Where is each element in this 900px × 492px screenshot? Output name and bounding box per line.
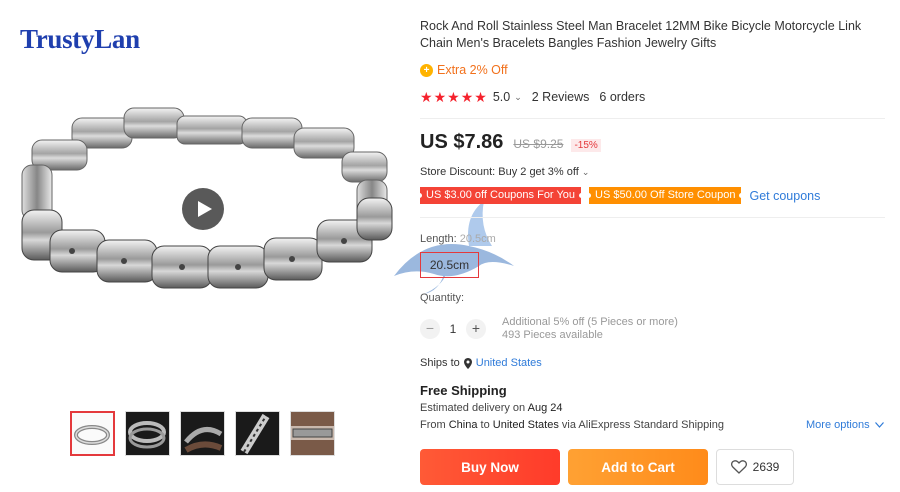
- thumbnail-4[interactable]: [235, 411, 280, 456]
- coin-icon: +: [420, 63, 433, 77]
- wishlist-count: 2639: [752, 460, 780, 474]
- thumbnail-2[interactable]: [125, 411, 170, 456]
- estimated-delivery: Estimated delivery on Aug 24: [420, 402, 563, 414]
- free-shipping: Free Shipping: [420, 383, 507, 398]
- rating-row: ★ ★ ★ ★ ★ 5.0 ⌄ 2 Reviews 6 orders: [420, 90, 645, 104]
- coupon-row: US $3.00 off Coupons For You US $50.00 O…: [416, 187, 820, 204]
- shipping-route: From China to United States via AliExpre…: [420, 419, 724, 431]
- store-discount-label: Store Discount: Buy 2 get 3% off: [420, 166, 579, 178]
- rating-stars: ★ ★ ★ ★ ★: [420, 90, 487, 104]
- brand-logo: TrustyLan: [20, 24, 140, 54]
- length-option-20-5cm[interactable]: 20.5cm: [420, 252, 479, 278]
- store-discount[interactable]: Store Discount: Buy 2 get 3% off ⌄: [420, 166, 589, 178]
- thumbnail-5[interactable]: [290, 411, 335, 456]
- star-icon: ★: [433, 89, 447, 105]
- location-pin-icon: [463, 357, 472, 369]
- more-options-link[interactable]: More options: [806, 419, 884, 431]
- add-to-cart-button[interactable]: Add to Cart: [568, 449, 708, 485]
- wishlist-button[interactable]: 2639: [716, 449, 794, 485]
- stock-available: 493 Pieces available: [502, 329, 603, 341]
- thumbnail-3[interactable]: [180, 411, 225, 456]
- route-to: United States: [492, 419, 559, 431]
- current-price: US $7.86: [420, 131, 504, 153]
- length-label: Length: 20.5cm: [420, 233, 496, 245]
- heart-icon: [730, 460, 747, 474]
- extra-off-label: Extra 2% Off: [437, 63, 508, 77]
- product-gallery: TrustyLan: [0, 0, 400, 492]
- decrease-quantity-button[interactable]: −: [420, 319, 440, 339]
- ships-to-label: Ships to: [420, 357, 460, 369]
- reviews-link[interactable]: 2 Reviews: [532, 90, 590, 104]
- original-price: US $9.25: [513, 137, 564, 151]
- star-icon: ★: [474, 89, 487, 105]
- delivery-prefix: Estimated delivery on: [420, 402, 526, 414]
- buy-now-button[interactable]: Buy Now: [420, 449, 560, 485]
- quantity-note: Additional 5% off (5 Pieces or more) 493…: [502, 316, 678, 342]
- chevron-down-icon: [874, 422, 884, 428]
- discount-badge: -15%: [571, 139, 601, 152]
- divider: [420, 118, 885, 119]
- store-coupon[interactable]: US $50.00 Off Store Coupon: [586, 187, 745, 204]
- ships-to: Ships to United States: [420, 357, 542, 369]
- bulk-discount-note: Additional 5% off (5 Pieces or more): [502, 316, 678, 328]
- quantity-stepper: − 1 + Additional 5% off (5 Pieces or mor…: [420, 316, 678, 342]
- star-icon: ★: [420, 89, 433, 105]
- get-coupons-link[interactable]: Get coupons: [749, 189, 820, 203]
- play-icon: [198, 201, 212, 217]
- length-label-text: Length:: [420, 233, 457, 245]
- star-icon: ★: [447, 89, 460, 105]
- play-video-button[interactable]: [182, 188, 224, 230]
- orders-count: 6 orders: [599, 90, 646, 104]
- star-icon: ★: [460, 89, 474, 105]
- delivery-date: Aug 24: [527, 402, 563, 414]
- route-from-label: From: [420, 419, 446, 431]
- ships-to-country[interactable]: United States: [476, 357, 542, 369]
- product-title: Rock And Roll Stainless Steel Man Bracel…: [420, 19, 862, 50]
- route-to-label: to: [480, 419, 490, 431]
- chevron-down-icon: ⌄: [581, 167, 590, 177]
- product-info: Rock And Roll Stainless Steel Man Bracel…: [416, 0, 890, 492]
- more-options-label: More options: [806, 419, 870, 431]
- rating-value[interactable]: 5.0: [493, 90, 510, 104]
- quantity-value[interactable]: 1: [440, 322, 466, 336]
- length-selected-value: 20.5cm: [459, 233, 496, 245]
- thumbnail-strip: [70, 411, 335, 456]
- quantity-label: Quantity:: [420, 292, 465, 304]
- action-buttons: Buy Now Add to Cart 2639: [420, 449, 794, 485]
- divider: [420, 217, 885, 218]
- extra-off-promo: + Extra 2% Off: [420, 63, 508, 77]
- coupon-for-you[interactable]: US $3.00 off Coupons For You: [416, 187, 585, 204]
- chevron-down-icon[interactable]: ⌄: [514, 92, 522, 103]
- price-row: US $7.86 US $9.25 -15%: [420, 131, 601, 154]
- thumbnail-1[interactable]: [70, 411, 115, 456]
- route-from: China: [448, 419, 478, 431]
- increase-quantity-button[interactable]: +: [466, 319, 486, 339]
- route-via: via AliExpress Standard Shipping: [561, 419, 724, 431]
